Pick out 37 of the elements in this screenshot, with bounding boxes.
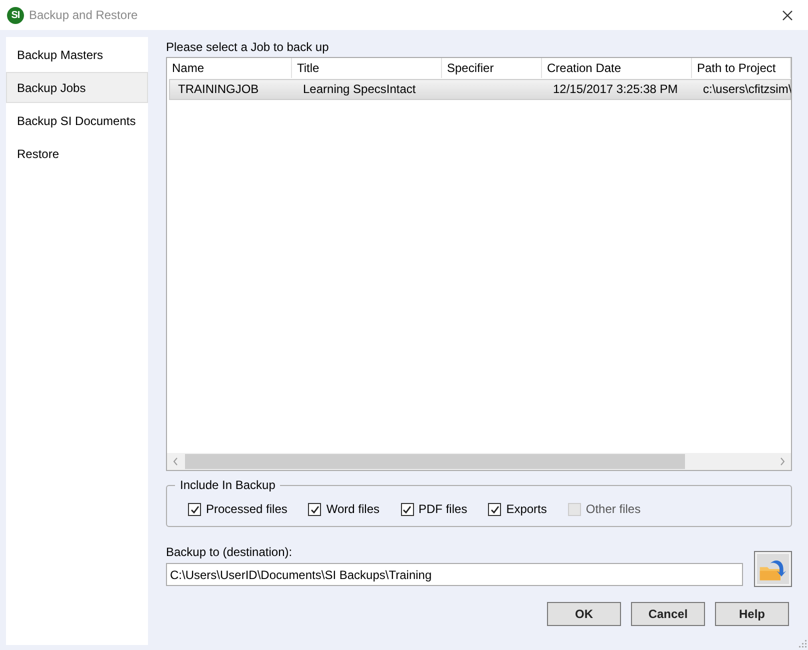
resize-grip-icon[interactable] — [798, 639, 807, 648]
checkbox-label: Exports — [506, 502, 547, 516]
field-label: Backup to (destination): — [166, 545, 294, 559]
checkbox-label: Processed files — [206, 502, 288, 516]
checkbox[interactable] — [488, 502, 502, 516]
dialog-button[interactable]: Help — [715, 602, 789, 626]
column-header[interactable]: Name — [167, 58, 292, 78]
sidebar-item[interactable]: Backup SI Documents — [6, 105, 148, 136]
app-logo: SI — [7, 6, 24, 24]
dialog-button[interactable]: Cancel — [631, 602, 705, 626]
destination-field[interactable]: C:\Users\UserID\Documents\SI Backups\Training — [166, 563, 743, 586]
checkbox-label: Word files — [326, 502, 380, 516]
column-header[interactable]: Creation Date — [542, 58, 692, 78]
close-icon[interactable] — [782, 10, 793, 20]
table-prompt: Please select a Job to back up — [166, 39, 330, 55]
scroll-left-icon[interactable] — [173, 457, 178, 466]
column-header[interactable]: Path to Project — [692, 58, 791, 78]
table-cell-text: 12/15/2017 3:25:38 PM — [552, 81, 679, 98]
window-title: Backup and Restore — [29, 8, 139, 22]
checkbox[interactable] — [308, 502, 322, 516]
column-header[interactable]: Specifier — [442, 58, 542, 78]
group-legend: Include In Backup — [175, 478, 280, 492]
table-cell-text: Learning SpecsIntact — [302, 81, 417, 98]
browse-button[interactable] — [754, 551, 792, 587]
checkbox-label: PDF files — [418, 502, 468, 516]
scrollbar-thumb[interactable] — [185, 454, 685, 469]
table-cell-text: TRAININGJOB — [177, 81, 260, 98]
checkbox[interactable] — [188, 502, 201, 516]
dialog-button[interactable]: OK — [547, 602, 621, 626]
column-header[interactable]: Title — [292, 58, 442, 78]
horizontal-scrollbar[interactable] — [167, 453, 791, 470]
checkbox-label: Other files — [586, 502, 641, 516]
sidebar-item[interactable]: Restore — [6, 138, 148, 169]
scroll-right-icon[interactable] — [780, 457, 785, 466]
checkbox[interactable] — [400, 502, 414, 516]
sidebar-item[interactable]: Backup Jobs — [6, 72, 148, 103]
sidebar-item[interactable]: Backup Masters — [6, 39, 148, 70]
